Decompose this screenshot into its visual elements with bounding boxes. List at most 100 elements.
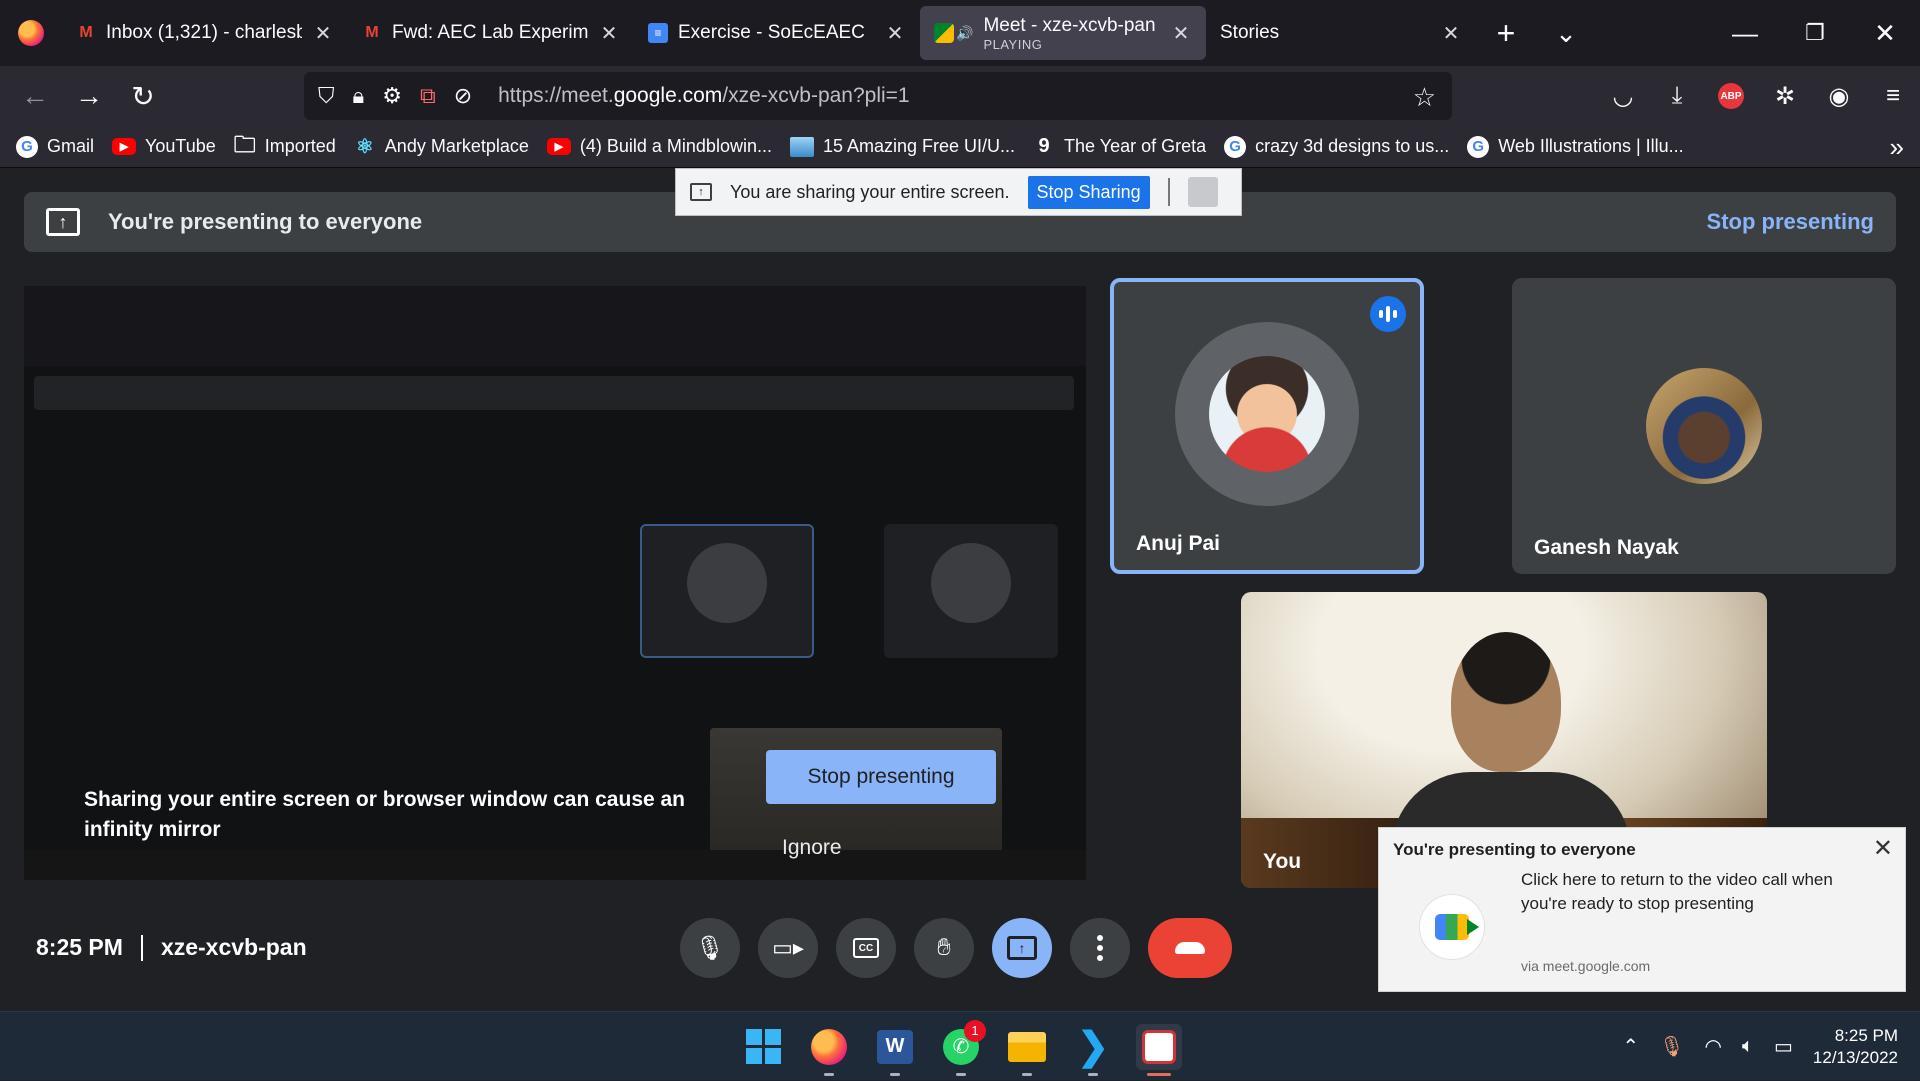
ignore-button[interactable]: Ignore: [782, 836, 842, 860]
tab-list-button[interactable]: ⌄: [1536, 0, 1596, 66]
folder-icon: [1008, 1031, 1046, 1062]
bookmark-crazy-3d[interactable]: Gcrazy 3d designs to us...: [1224, 135, 1450, 158]
bookmark-year-of-greta[interactable]: 9 The Year of Greta: [1033, 135, 1206, 158]
forward-button[interactable]: →: [62, 66, 116, 126]
stop-sharing-button[interactable]: Stop Sharing: [1027, 175, 1150, 209]
lock-icon[interactable]: 🔒︎: [353, 83, 365, 109]
stop-presenting-button[interactable]: Stop presenting: [766, 750, 996, 804]
wifi-icon[interactable]: ◠: [1705, 1034, 1722, 1059]
share-screen-icon: ↑: [690, 183, 712, 201]
downloads-icon[interactable]: ⤓: [1650, 82, 1704, 110]
taskbar-firefox[interactable]: [806, 1024, 852, 1076]
camera-blocked-icon[interactable]: ⊘: [454, 83, 472, 109]
present-icon: ↑: [1007, 936, 1037, 960]
back-button[interactable]: ←: [8, 66, 62, 126]
close-tab-icon[interactable]: ✕: [312, 21, 334, 46]
captions-button[interactable]: CC: [836, 918, 896, 978]
bookmark-free-ui[interactable]: 15 Amazing Free UI/U...: [789, 136, 1015, 157]
tab-title: Stories: [1220, 22, 1280, 43]
preview-presenting-banner: [34, 376, 1074, 410]
preview-tile-speaking: [640, 524, 814, 658]
bookmark-label: crazy 3d designs to us...: [1255, 136, 1450, 156]
vscode-icon: ❯: [1077, 1026, 1109, 1068]
more-bookmarks-icon[interactable]: »: [1890, 132, 1904, 163]
word-icon: W: [877, 1029, 913, 1064]
close-tab-icon[interactable]: ✕: [1440, 21, 1462, 46]
google-icon: G: [16, 135, 38, 158]
tab-stories[interactable]: Stories ✕: [1206, 6, 1476, 60]
meet-icon: [934, 23, 954, 43]
gmail-icon: M: [79, 24, 93, 41]
more-options-button[interactable]: [1070, 918, 1130, 978]
bookmark-imported[interactable]: 🗀 Imported: [234, 132, 336, 158]
taskbar-word[interactable]: W: [872, 1024, 918, 1076]
bookmark-star-icon[interactable]: ☆: [1413, 82, 1436, 113]
tab-gmail-fwd[interactable]: M Fwd: AEC Lab Experiment ✕: [348, 6, 634, 60]
tab-title: Exercise - SoEcEAEC: [678, 22, 865, 43]
meeting-code[interactable]: xze-xcvb-pan: [161, 934, 307, 961]
reload-button[interactable]: ↻: [116, 66, 170, 126]
presenting-toast-notification[interactable]: You're presenting to everyone ✕ Click he…: [1378, 827, 1906, 992]
pocket-icon[interactable]: ◡: [1596, 82, 1650, 111]
speaker-icon[interactable]: 🔊: [956, 25, 973, 42]
firefox-icon[interactable]: [0, 0, 62, 66]
extensions-icon[interactable]: ✲: [1758, 82, 1812, 111]
participant-tile-ganesh[interactable]: Ganesh Nayak: [1512, 278, 1896, 574]
screen-share-icon[interactable]: ⧉: [420, 83, 436, 109]
camera-button[interactable]: ▭▸: [758, 918, 818, 978]
tab-playing-label: PLAYING: [983, 36, 1043, 52]
close-tab-icon[interactable]: ✕: [1170, 21, 1192, 46]
preview-browser-chrome: [24, 286, 1086, 366]
toast-body: Click here to return to the video call w…: [1521, 870, 1833, 913]
bookmark-andy-marketplace[interactable]: ⚛ Andy Marketplace: [354, 136, 529, 158]
meeting-info: 8:25 PM xze-xcvb-pan: [36, 934, 307, 961]
leave-call-button[interactable]: [1148, 918, 1232, 978]
bookmark-youtube[interactable]: ▶ YouTube: [112, 136, 216, 157]
divider: [1167, 178, 1170, 206]
profile-avatar-icon[interactable]: ◉: [1812, 82, 1866, 111]
participant-tile-anuj[interactable]: Anuj Pai: [1110, 278, 1424, 574]
bookmark-label: (4) Build a Mindblowin...: [579, 136, 772, 156]
hide-notice-button[interactable]: [1187, 177, 1218, 207]
google-icon: G: [1224, 135, 1247, 158]
permissions-icon[interactable]: ⚙︎: [382, 83, 402, 109]
url-path: /xze-xcvb-pan?pli=1: [722, 84, 910, 107]
close-tab-icon[interactable]: ✕: [884, 21, 906, 46]
tab-docs-exercise[interactable]: ≡ Exercise - SoEcEAEC ✕: [634, 6, 920, 60]
battery-icon[interactable]: ▭: [1774, 1034, 1793, 1059]
restore-button[interactable]: ❐: [1780, 0, 1850, 66]
microphone-icon: 🎙︎: [694, 934, 726, 962]
nine-icon: 9: [1038, 135, 1050, 157]
menu-icon[interactable]: ≡: [1866, 82, 1920, 110]
microphone-button[interactable]: 🎙︎: [680, 918, 740, 978]
microphone-in-use-icon[interactable]: 🎙︎: [1659, 1034, 1684, 1059]
bookmark-label: Imported: [264, 136, 336, 156]
chevron-up-icon[interactable]: ⌃: [1622, 1034, 1639, 1059]
close-window-button[interactable]: ✕: [1850, 0, 1920, 66]
bookmark-gmail[interactable]: G Gmail: [16, 135, 94, 158]
present-screen-button[interactable]: ↑: [992, 918, 1052, 978]
minimize-button[interactable]: —: [1710, 0, 1780, 66]
tab-gmail-inbox[interactable]: M Inbox (1,321) - charlesbab ✕: [62, 6, 348, 60]
banner-stop-presenting-button[interactable]: Stop presenting: [1707, 209, 1874, 235]
new-tab-button[interactable]: +: [1476, 0, 1536, 66]
close-icon[interactable]: ✕: [1873, 834, 1893, 863]
taskbar-file-explorer[interactable]: [1004, 1024, 1050, 1076]
windows-logo-icon: [745, 1029, 781, 1064]
taskbar-snipping-tool[interactable]: [1136, 1023, 1182, 1076]
url-text[interactable]: https://meet.google.com/xze-xcvb-pan?pli…: [498, 84, 910, 108]
word-letter: W: [885, 1035, 905, 1057]
start-button[interactable]: [740, 1024, 786, 1070]
shield-icon[interactable]: ⛉: [318, 83, 335, 109]
volume-icon[interactable]: 🔈︎: [1742, 1035, 1754, 1058]
url-bar[interactable]: ⛉ 🔒︎ ⚙︎ ⧉ ⊘ https://meet.google.com/xze-…: [304, 72, 1452, 120]
taskbar-vscode[interactable]: ❯: [1070, 1024, 1116, 1076]
bookmark-web-illustrations[interactable]: G Web Illustrations | Illu...: [1467, 135, 1684, 158]
clock[interactable]: 8:25 PM 12/13/2022: [1813, 1025, 1898, 1069]
close-tab-icon[interactable]: ✕: [598, 21, 620, 46]
taskbar-whatsapp[interactable]: ✆ 1: [938, 1019, 986, 1076]
adblock-icon[interactable]: ABP: [1704, 83, 1758, 109]
tab-meet[interactable]: 🔊 Meet - xze-xcvb-pan PLAYING ✕: [920, 6, 1206, 60]
raise-hand-button[interactable]: ✋︎: [914, 918, 974, 978]
bookmark-build-mindblowing[interactable]: ▶ (4) Build a Mindblowin...: [546, 136, 772, 157]
